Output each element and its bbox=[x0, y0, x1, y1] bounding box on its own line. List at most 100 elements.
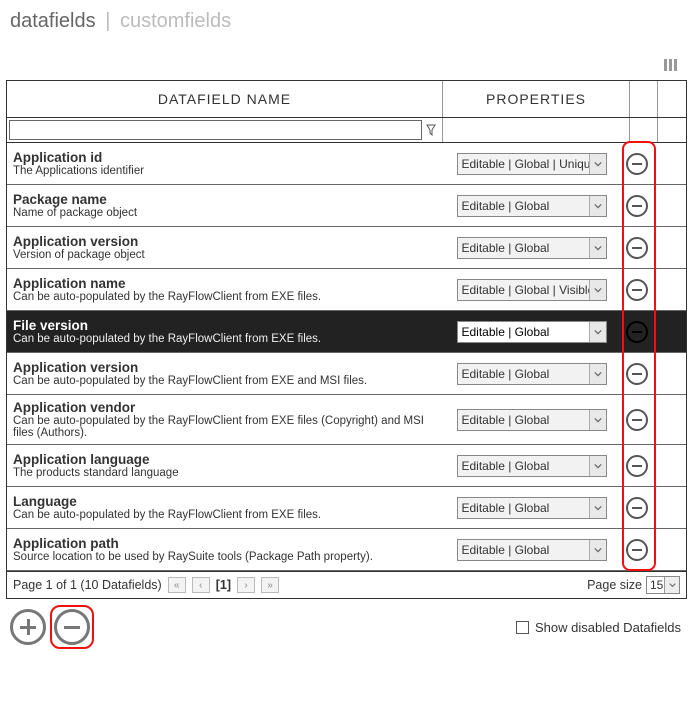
remove-row-button[interactable] bbox=[626, 153, 648, 175]
table-row[interactable]: Application idThe Applications identifie… bbox=[7, 143, 686, 185]
datafield-description: Can be auto-populated by the RayFlowClie… bbox=[13, 415, 437, 439]
remove-row-button[interactable] bbox=[626, 237, 648, 259]
page-size-label: Page size bbox=[587, 578, 642, 592]
datafield-name: File version bbox=[13, 318, 437, 333]
table-row[interactable]: Application versionCan be auto-populated… bbox=[7, 353, 686, 395]
pager-current-page: [1] bbox=[216, 578, 231, 592]
properties-value: Editable | Global | Unique | bbox=[462, 157, 604, 171]
remove-row-button[interactable] bbox=[626, 409, 648, 431]
properties-select[interactable]: Editable | Global bbox=[457, 497, 607, 519]
datafield-description: Source location to be used by RaySuite t… bbox=[13, 551, 437, 563]
datafield-description: Version of package object bbox=[13, 249, 437, 261]
column-chooser-button[interactable] bbox=[0, 57, 693, 80]
datafield-name: Application version bbox=[13, 360, 437, 375]
datafield-name: Application language bbox=[13, 452, 437, 467]
breadcrumb-main[interactable]: datafields bbox=[10, 10, 96, 32]
datafield-name: Language bbox=[13, 494, 437, 509]
table-row[interactable]: File versionCan be auto-populated by the… bbox=[7, 311, 686, 353]
grid-header: DATAFIELD NAME PROPERTIES bbox=[7, 81, 686, 118]
properties-value: Editable | Global bbox=[462, 199, 550, 213]
datafield-description: Can be auto-populated by the RayFlowClie… bbox=[13, 333, 437, 345]
remove-datafield-button[interactable] bbox=[54, 609, 90, 645]
properties-value: Editable | Global bbox=[462, 325, 550, 339]
properties-select[interactable]: Editable | Global bbox=[457, 195, 607, 217]
table-row[interactable]: Application pathSource location to be us… bbox=[7, 529, 686, 571]
datafield-description: The Applications identifier bbox=[13, 165, 437, 177]
datafield-description: Can be auto-populated by the RayFlowClie… bbox=[13, 291, 437, 303]
properties-select[interactable]: Editable | Global | Visible bbox=[457, 279, 607, 301]
remove-row-button[interactable] bbox=[626, 195, 648, 217]
datafield-name: Application vendor bbox=[13, 400, 437, 415]
pager-prev-button[interactable]: ‹ bbox=[192, 577, 210, 593]
datafield-name: Package name bbox=[13, 192, 437, 207]
page-size-value: 15 bbox=[650, 578, 663, 592]
filter-row bbox=[7, 118, 686, 143]
properties-value: Editable | Global bbox=[462, 459, 550, 473]
table-row[interactable]: Application vendorCan be auto-populated … bbox=[7, 395, 686, 445]
datafields-grid: DATAFIELD NAME PROPERTIES Application id… bbox=[6, 80, 687, 599]
datafield-name: Application name bbox=[13, 276, 437, 291]
pager-summary: Page 1 of 1 (10 Datafields) bbox=[13, 578, 162, 592]
datafield-description: Name of package object bbox=[13, 207, 437, 219]
datafield-name: Application path bbox=[13, 536, 437, 551]
table-row[interactable]: Package nameName of package object Editab… bbox=[7, 185, 686, 227]
row-spacer bbox=[654, 395, 686, 444]
filter-icon[interactable] bbox=[422, 120, 440, 140]
properties-value: Editable | Global bbox=[462, 413, 550, 427]
properties-select[interactable]: Editable | Global bbox=[457, 237, 607, 259]
properties-value: Editable | Global bbox=[462, 543, 550, 557]
properties-value: Editable | Global | Visible bbox=[462, 283, 595, 297]
datafield-description: Can be auto-populated by the RayFlowClie… bbox=[13, 509, 437, 521]
remove-row-button[interactable] bbox=[626, 363, 648, 385]
header-action-1 bbox=[630, 81, 658, 117]
properties-select[interactable]: Editable | Global bbox=[457, 539, 607, 561]
properties-value: Editable | Global bbox=[462, 367, 550, 381]
page-size-select[interactable]: 15 bbox=[646, 576, 680, 594]
table-row[interactable]: Application languageThe products standar… bbox=[7, 445, 686, 487]
pager: Page 1 of 1 (10 Datafields) « ‹ [1] › » … bbox=[7, 571, 686, 598]
row-spacer bbox=[654, 311, 686, 352]
pager-last-button[interactable]: » bbox=[261, 577, 279, 593]
properties-select[interactable]: Editable | Global bbox=[457, 321, 607, 343]
pager-first-button[interactable]: « bbox=[168, 577, 186, 593]
row-spacer bbox=[654, 143, 686, 184]
filter-name-input[interactable] bbox=[9, 120, 422, 140]
rows-container: Application idThe Applications identifie… bbox=[7, 143, 686, 571]
breadcrumb-separator: | bbox=[105, 10, 110, 32]
properties-value: Editable | Global bbox=[462, 241, 550, 255]
properties-select[interactable]: Editable | Global bbox=[457, 409, 607, 431]
properties-value: Editable | Global bbox=[462, 501, 550, 515]
datafield-description: Can be auto-populated by the RayFlowClie… bbox=[13, 375, 437, 387]
remove-row-button[interactable] bbox=[626, 497, 648, 519]
add-datafield-button[interactable] bbox=[10, 609, 46, 645]
row-spacer bbox=[654, 269, 686, 310]
header-action-2 bbox=[658, 81, 686, 117]
datafield-name: Application version bbox=[13, 234, 437, 249]
show-disabled-checkbox[interactable] bbox=[516, 621, 529, 634]
properties-select[interactable]: Editable | Global bbox=[457, 363, 607, 385]
table-row[interactable]: LanguageCan be auto-populated by the Ray… bbox=[7, 487, 686, 529]
row-spacer bbox=[654, 445, 686, 486]
show-disabled-label: Show disabled Datafields bbox=[535, 620, 681, 635]
header-datafield-name[interactable]: DATAFIELD NAME bbox=[7, 81, 443, 117]
remove-row-button[interactable] bbox=[626, 279, 648, 301]
table-row[interactable]: Application versionVersion of package ob… bbox=[7, 227, 686, 269]
remove-row-button[interactable] bbox=[626, 539, 648, 561]
row-spacer bbox=[654, 353, 686, 394]
remove-row-button[interactable] bbox=[626, 321, 648, 343]
pager-next-button[interactable]: › bbox=[237, 577, 255, 593]
row-spacer bbox=[654, 185, 686, 226]
datafield-name: Application id bbox=[13, 150, 437, 165]
row-spacer bbox=[654, 487, 686, 528]
properties-select[interactable]: Editable | Global bbox=[457, 455, 607, 477]
row-spacer bbox=[654, 227, 686, 268]
table-row[interactable]: Application nameCan be auto-populated by… bbox=[7, 269, 686, 311]
datafield-description: The products standard language bbox=[13, 467, 437, 479]
breadcrumb-sub: customfields bbox=[120, 10, 231, 32]
breadcrumb: datafields | customfields bbox=[0, 0, 693, 57]
remove-row-button[interactable] bbox=[626, 455, 648, 477]
properties-select[interactable]: Editable | Global | Unique | bbox=[457, 153, 607, 175]
row-spacer bbox=[654, 529, 686, 570]
header-properties[interactable]: PROPERTIES bbox=[443, 81, 630, 117]
footer: Show disabled Datafields bbox=[0, 599, 693, 653]
